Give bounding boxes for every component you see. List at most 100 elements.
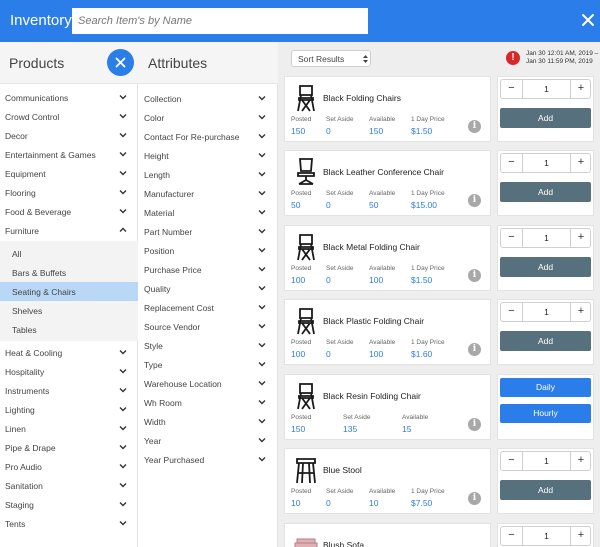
stat-label-day-price: 1 Day Price <box>411 116 445 123</box>
subcategory-item[interactable]: All <box>0 244 138 263</box>
attribute-item[interactable]: Style <box>138 336 278 355</box>
alert-icon[interactable]: ! <box>506 51 520 65</box>
hourly-button[interactable]: Hourly <box>500 404 591 423</box>
info-icon[interactable]: i <box>468 418 481 431</box>
chevron-down-icon <box>258 381 266 386</box>
increment-button[interactable]: + <box>570 527 591 545</box>
decrement-button[interactable]: − <box>501 80 523 98</box>
category-item[interactable]: Entertainment & Games <box>0 145 138 164</box>
category-item[interactable]: Food & Beverage <box>0 202 138 221</box>
attribute-item[interactable]: Wh Room <box>138 393 278 412</box>
category-item[interactable]: Tents <box>0 514 138 533</box>
category-item[interactable]: Equipment <box>0 164 138 183</box>
subcategory-item[interactable]: Shelves <box>0 301 138 320</box>
clear-products-button[interactable] <box>107 49 134 76</box>
attribute-item[interactable]: Width <box>138 412 278 431</box>
stat-value-price: $1.50 <box>411 126 433 136</box>
attribute-item[interactable]: Contact For Re-purchase <box>138 127 278 146</box>
decrement-button[interactable]: − <box>501 229 523 247</box>
attribute-label: Contact For Re-purchase <box>144 132 240 142</box>
attribute-item[interactable]: Height <box>138 146 278 165</box>
attribute-item[interactable]: Quality <box>138 279 278 298</box>
category-item[interactable]: Communications <box>0 88 138 107</box>
search-input[interactable] <box>72 8 368 34</box>
category-item[interactable]: Furniture <box>0 221 138 240</box>
quantity-input[interactable]: 1 <box>523 80 570 98</box>
decrement-button[interactable]: − <box>501 527 523 545</box>
category-item[interactable]: Crowd Control <box>0 107 138 126</box>
info-icon[interactable]: i <box>468 194 481 207</box>
category-item[interactable]: Heat & Cooling <box>0 343 138 362</box>
category-item[interactable]: Sanitation <box>0 476 138 495</box>
category-item[interactable]: Decor <box>0 126 138 145</box>
category-item[interactable]: Hospitality <box>0 362 138 381</box>
close-icon <box>115 57 126 68</box>
category-item[interactable]: Instruments <box>0 381 138 400</box>
attribute-item[interactable]: Position <box>138 241 278 260</box>
attribute-item[interactable]: Replacement Cost <box>138 298 278 317</box>
attribute-item[interactable]: Purchase Price <box>138 260 278 279</box>
item-name[interactable]: Blue Stool <box>323 465 362 475</box>
chevron-down-icon <box>119 114 127 119</box>
item-name[interactable]: Black Metal Folding Chair <box>323 242 420 252</box>
quantity-input[interactable]: 1 <box>523 303 570 321</box>
stat-label-set-aside: Set Aside <box>326 190 354 197</box>
attribute-item[interactable]: Year Purchased <box>138 450 278 469</box>
increment-button[interactable]: + <box>570 80 591 98</box>
decrement-button[interactable]: − <box>501 303 523 321</box>
category-item[interactable]: Staging <box>0 495 138 514</box>
stat-value-posted: 150 <box>291 126 306 136</box>
info-icon[interactable]: i <box>468 343 481 356</box>
close-icon[interactable] <box>580 12 596 28</box>
add-button[interactable]: Add <box>500 182 591 202</box>
add-button[interactable]: Add <box>500 331 591 351</box>
category-item[interactable]: Flooring <box>0 183 138 202</box>
quantity-input[interactable]: 1 <box>523 154 570 172</box>
attribute-item[interactable]: Color <box>138 108 278 127</box>
subcategory-item[interactable]: Tables <box>0 320 138 339</box>
category-item[interactable]: Lighting <box>0 400 138 419</box>
stat-label-set-aside: Set Aside <box>343 414 371 421</box>
subcategory-item[interactable]: Bars & Buffets <box>0 263 138 282</box>
attribute-item[interactable]: Part Number <box>138 222 278 241</box>
quantity-input[interactable]: 1 <box>523 527 570 545</box>
increment-button[interactable]: + <box>570 452 591 470</box>
attribute-item[interactable]: Warehouse Location <box>138 374 278 393</box>
info-icon[interactable]: i <box>468 492 481 505</box>
attribute-item[interactable]: Length <box>138 165 278 184</box>
info-icon[interactable]: i <box>468 120 481 133</box>
attribute-label: Source Vendor <box>144 322 201 332</box>
folding-chair-icon <box>294 382 318 410</box>
date-range[interactable]: Jan 30 12:01 AM, 2019 – Jan 30 11:59 PM,… <box>526 50 598 66</box>
attribute-item[interactable]: Type <box>138 355 278 374</box>
category-item[interactable]: Pro Audio <box>0 457 138 476</box>
attribute-item[interactable]: Source Vendor <box>138 317 278 336</box>
add-button[interactable]: Add <box>500 480 591 500</box>
daily-button[interactable]: Daily <box>500 378 591 397</box>
item-name[interactable]: Black Plastic Folding Chair <box>323 316 424 326</box>
attribute-item[interactable]: Manufacturer <box>138 184 278 203</box>
stat-value-posted: 100 <box>291 275 306 285</box>
info-icon[interactable]: i <box>468 269 481 282</box>
increment-button[interactable]: + <box>570 229 591 247</box>
item-name[interactable]: Black Resin Folding Chair <box>323 391 421 401</box>
quantity-input[interactable]: 1 <box>523 229 570 247</box>
add-button[interactable]: Add <box>500 257 591 277</box>
add-button[interactable]: Add <box>500 108 591 128</box>
decrement-button[interactable]: − <box>501 452 523 470</box>
subcategory-item[interactable]: Seating & Chairs <box>0 282 138 301</box>
category-item[interactable]: Pipe & Drape <box>0 438 138 457</box>
category-item[interactable]: Linen <box>0 419 138 438</box>
attribute-item[interactable]: Year <box>138 431 278 450</box>
attribute-item[interactable]: Material <box>138 203 278 222</box>
attribute-label: Warehouse Location <box>144 379 222 389</box>
sort-results-select[interactable]: Sort Results <box>291 50 371 67</box>
increment-button[interactable]: + <box>570 303 591 321</box>
decrement-button[interactable]: − <box>501 154 523 172</box>
attribute-item[interactable]: Collection <box>138 89 278 108</box>
item-name[interactable]: Black Leather Conference Chair <box>323 167 444 177</box>
item-name[interactable]: Black Folding Chairs <box>323 93 401 103</box>
increment-button[interactable]: + <box>570 154 591 172</box>
item-name[interactable]: Blush Sofa <box>323 540 364 547</box>
quantity-input[interactable]: 1 <box>523 452 570 470</box>
